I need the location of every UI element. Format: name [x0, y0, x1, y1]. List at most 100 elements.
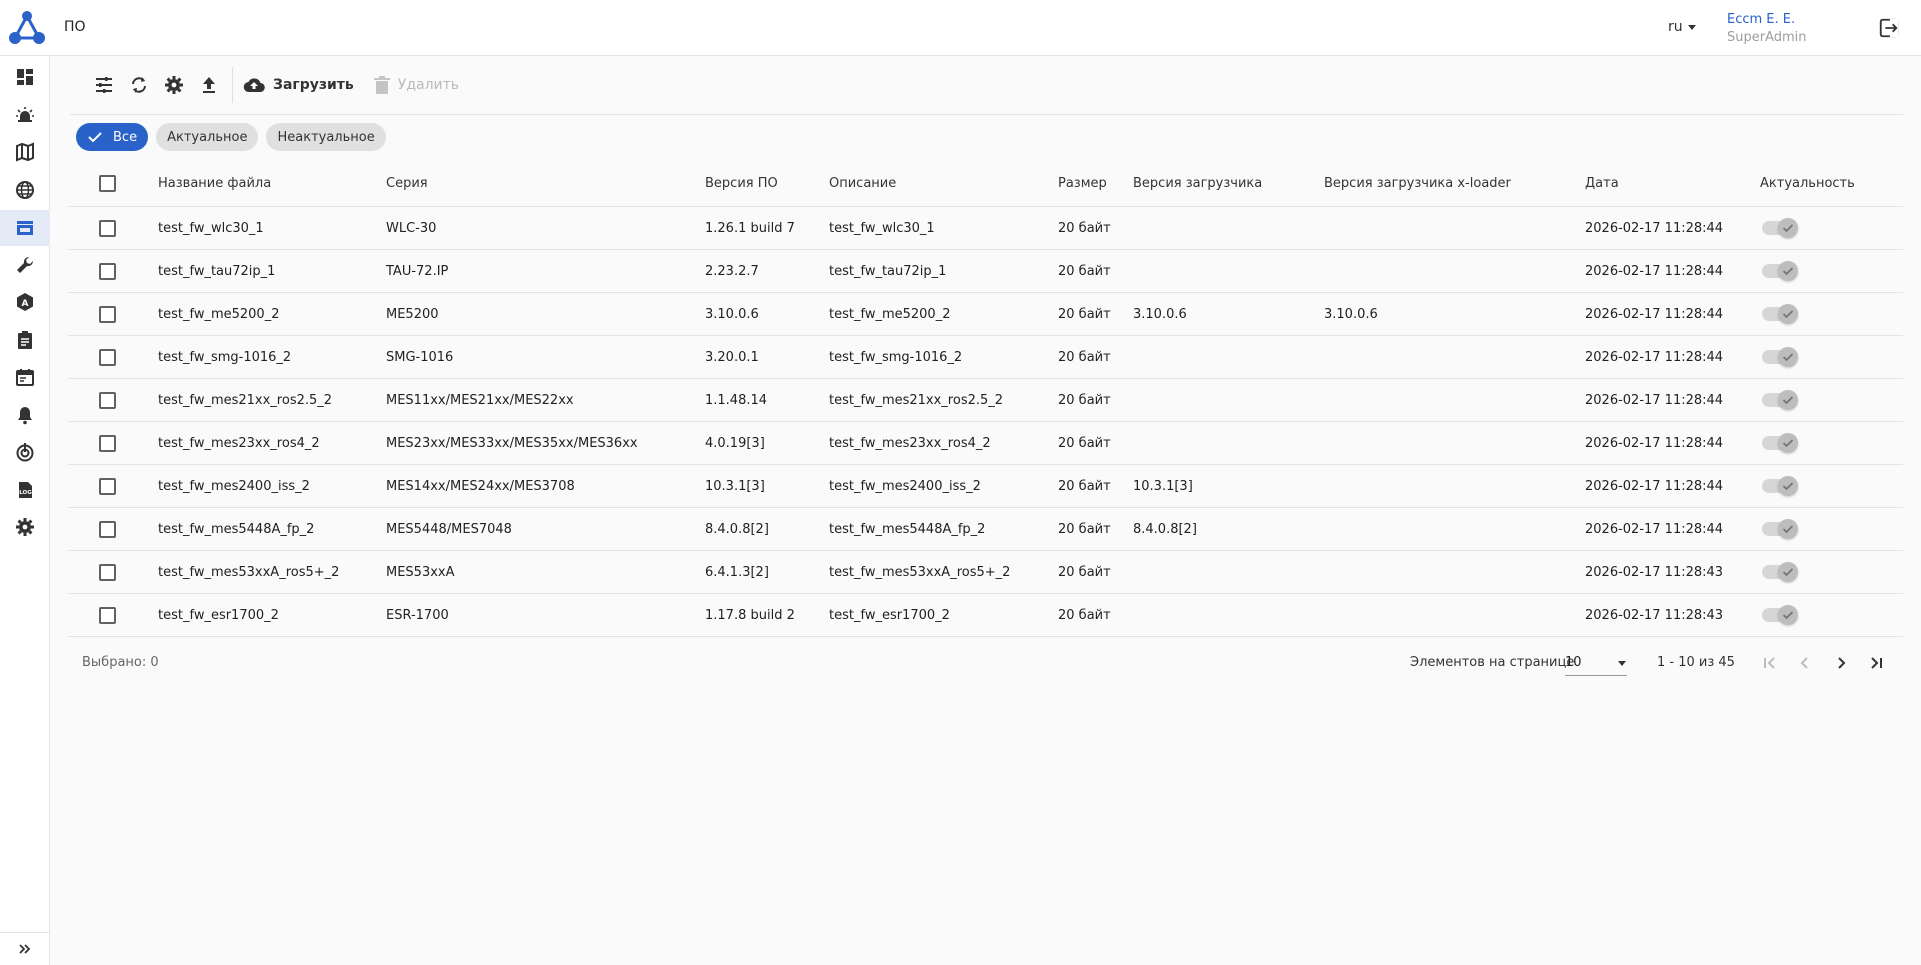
table-row[interactable]: test_fw_mes53xxA_ros5+_2 MES53xxA 6.4.1.3[… [68, 551, 1903, 594]
sidebar-item-network[interactable] [0, 172, 50, 208]
row-checkbox[interactable] [99, 305, 116, 323]
row-checkbox[interactable] [99, 606, 116, 624]
sidebar-item-tools[interactable] [0, 247, 50, 283]
actuality-toggle[interactable] [1762, 605, 1798, 625]
actuality-toggle[interactable] [1762, 218, 1798, 238]
refresh-button[interactable] [127, 73, 151, 97]
sidebar-item-automation[interactable]: A [0, 284, 50, 320]
sidebar-item-firmware[interactable] [0, 210, 50, 246]
logout-icon[interactable] [1878, 17, 1900, 39]
export-button[interactable] [197, 73, 221, 97]
actuality-toggle[interactable] [1762, 304, 1798, 324]
actuality-toggle[interactable] [1762, 562, 1798, 582]
cell-version: 8.4.0.8[2] [705, 521, 769, 537]
table-row[interactable]: test_fw_wlc30_1 WLC-30 1.26.1 build 7 test_… [68, 207, 1903, 250]
sidebar-item-notifications[interactable] [0, 397, 50, 433]
last-page-icon [1871, 657, 1882, 669]
cell-series: ESR-1700 [386, 607, 449, 623]
sidebar-item-alarms[interactable] [0, 97, 50, 133]
auto-icon: A [17, 293, 33, 311]
wrench-icon [17, 256, 34, 273]
filter-chip-actual[interactable]: Актуальное [156, 123, 259, 151]
column-header-xloader[interactable]: Версия загрузчика x-loader [1324, 161, 1511, 206]
app-logo-icon[interactable] [9, 10, 45, 46]
table-row[interactable]: test_fw_tau72ip_1 TAU-72.IP 2.23.2.7 test_f… [68, 250, 1903, 293]
column-header-series[interactable]: Серия [386, 161, 428, 206]
table-row[interactable]: test_fw_smg-1016_2 SMG-1016 3.20.0.1 test_f… [68, 336, 1903, 379]
cell-filename: test_fw_mes21xx_ros2.5_2 [158, 392, 333, 408]
actuality-toggle[interactable] [1762, 261, 1798, 281]
svg-text:LOG: LOG [19, 490, 32, 496]
filter-chip-not-actual[interactable]: Неактуальное [266, 123, 386, 151]
column-header-bootloader[interactable]: Версия загрузчика [1133, 161, 1262, 206]
column-header-date[interactable]: Дата [1585, 161, 1619, 206]
table-row[interactable]: test_fw_mes2400_iss_2 MES14xx/MES24xx/MES… [68, 465, 1903, 508]
row-checkbox[interactable] [99, 477, 116, 495]
table-row[interactable]: test_fw_mes21xx_ros2.5_2 MES11xx/MES21xx/… [68, 379, 1903, 422]
row-checkbox[interactable] [99, 348, 116, 366]
cell-size: 20 байт [1058, 263, 1111, 279]
check-icon [1782, 353, 1794, 362]
table-row[interactable]: test_fw_mes5448A_fp_2 MES5448/MES7048 8.4.… [68, 508, 1903, 551]
toggle-knob [1778, 347, 1798, 367]
sidebar-item-settings[interactable] [0, 509, 50, 545]
filter-chip-all[interactable]: Все [76, 123, 149, 151]
row-checkbox[interactable] [99, 262, 116, 280]
table-row[interactable]: test_fw_me5200_2 ME5200 3.10.0.6 test_fw_me… [68, 293, 1903, 336]
user-info[interactable]: Eccm E. E. SuperAdmin [1727, 11, 1807, 47]
dashboard-icon [17, 69, 33, 85]
cell-date: 2026-02-17 11:28:44 [1585, 521, 1724, 537]
language-select[interactable]: ru [1668, 19, 1697, 35]
row-checkbox[interactable] [99, 520, 116, 538]
column-header-actuality[interactable]: Актуальность [1760, 161, 1855, 206]
select-all-checkbox[interactable] [99, 175, 116, 192]
row-checkbox[interactable] [99, 219, 116, 237]
filter-chip-label: Все [113, 129, 138, 145]
actuality-toggle[interactable] [1762, 347, 1798, 367]
gear-icon [16, 518, 34, 536]
per-page-select[interactable]: 10 [1565, 650, 1627, 676]
sidebar-item-map[interactable] [0, 134, 50, 170]
column-header-description[interactable]: Описание [829, 161, 896, 206]
column-header-filename[interactable]: Название файла [158, 161, 271, 206]
cell-description: test_fw_smg-1016_2 [829, 349, 963, 365]
upload-button[interactable]: Загрузить [243, 76, 354, 94]
actuality-toggle[interactable] [1762, 390, 1798, 410]
table-row[interactable]: test_fw_esr1700_2 ESR-1700 1.17.8 build 2 t… [68, 594, 1903, 637]
prev-page-button[interactable] [1792, 650, 1818, 676]
cell-version: 3.20.0.1 [705, 349, 759, 365]
sidebar-item-tasks[interactable] [0, 322, 50, 358]
sidebar-item-schedule[interactable] [0, 359, 50, 395]
cell-series: MES14xx/MES24xx/MES3708 [386, 478, 575, 494]
first-page-button[interactable] [1757, 650, 1783, 676]
sidebar-item-dashboard[interactable] [0, 59, 50, 95]
sidebar-expand-button[interactable] [0, 932, 50, 965]
per-page-value: 10 [1565, 655, 1582, 670]
delete-button[interactable]: Удалить [373, 76, 459, 94]
cell-version: 1.17.8 build 2 [705, 607, 795, 623]
actuality-toggle[interactable] [1762, 433, 1798, 453]
cell-size: 20 байт [1058, 478, 1111, 494]
last-page-button[interactable] [1863, 650, 1889, 676]
column-header-version[interactable]: Версия ПО [705, 161, 778, 206]
sidebar-item-monitoring[interactable] [0, 434, 50, 470]
row-checkbox[interactable] [99, 391, 116, 409]
actuality-toggle[interactable] [1762, 519, 1798, 539]
log-icon: LOG [19, 482, 32, 498]
settings-button[interactable] [162, 73, 186, 97]
cell-date: 2026-02-17 11:28:43 [1585, 607, 1724, 623]
cell-bootloader: 3.10.0.6 [1133, 306, 1187, 322]
row-checkbox[interactable] [99, 434, 116, 452]
cell-description: test_fw_me5200_2 [829, 306, 951, 322]
next-page-button[interactable] [1828, 650, 1854, 676]
cell-filename: test_fw_mes53xxA_ros5+_2 [158, 564, 340, 580]
page-range: 1 - 10 из 45 [1657, 655, 1735, 670]
row-checkbox[interactable] [99, 563, 116, 581]
table-row[interactable]: test_fw_mes23xx_ros4_2 MES23xx/MES33xx/ME… [68, 422, 1903, 465]
column-header-size[interactable]: Размер [1058, 161, 1107, 206]
actuality-toggle[interactable] [1762, 476, 1798, 496]
first-page-icon [1764, 657, 1775, 669]
column-settings-button[interactable] [92, 73, 116, 97]
sidebar-item-logs[interactable]: LOG [0, 472, 50, 508]
sidebar: A LOG [0, 56, 50, 965]
